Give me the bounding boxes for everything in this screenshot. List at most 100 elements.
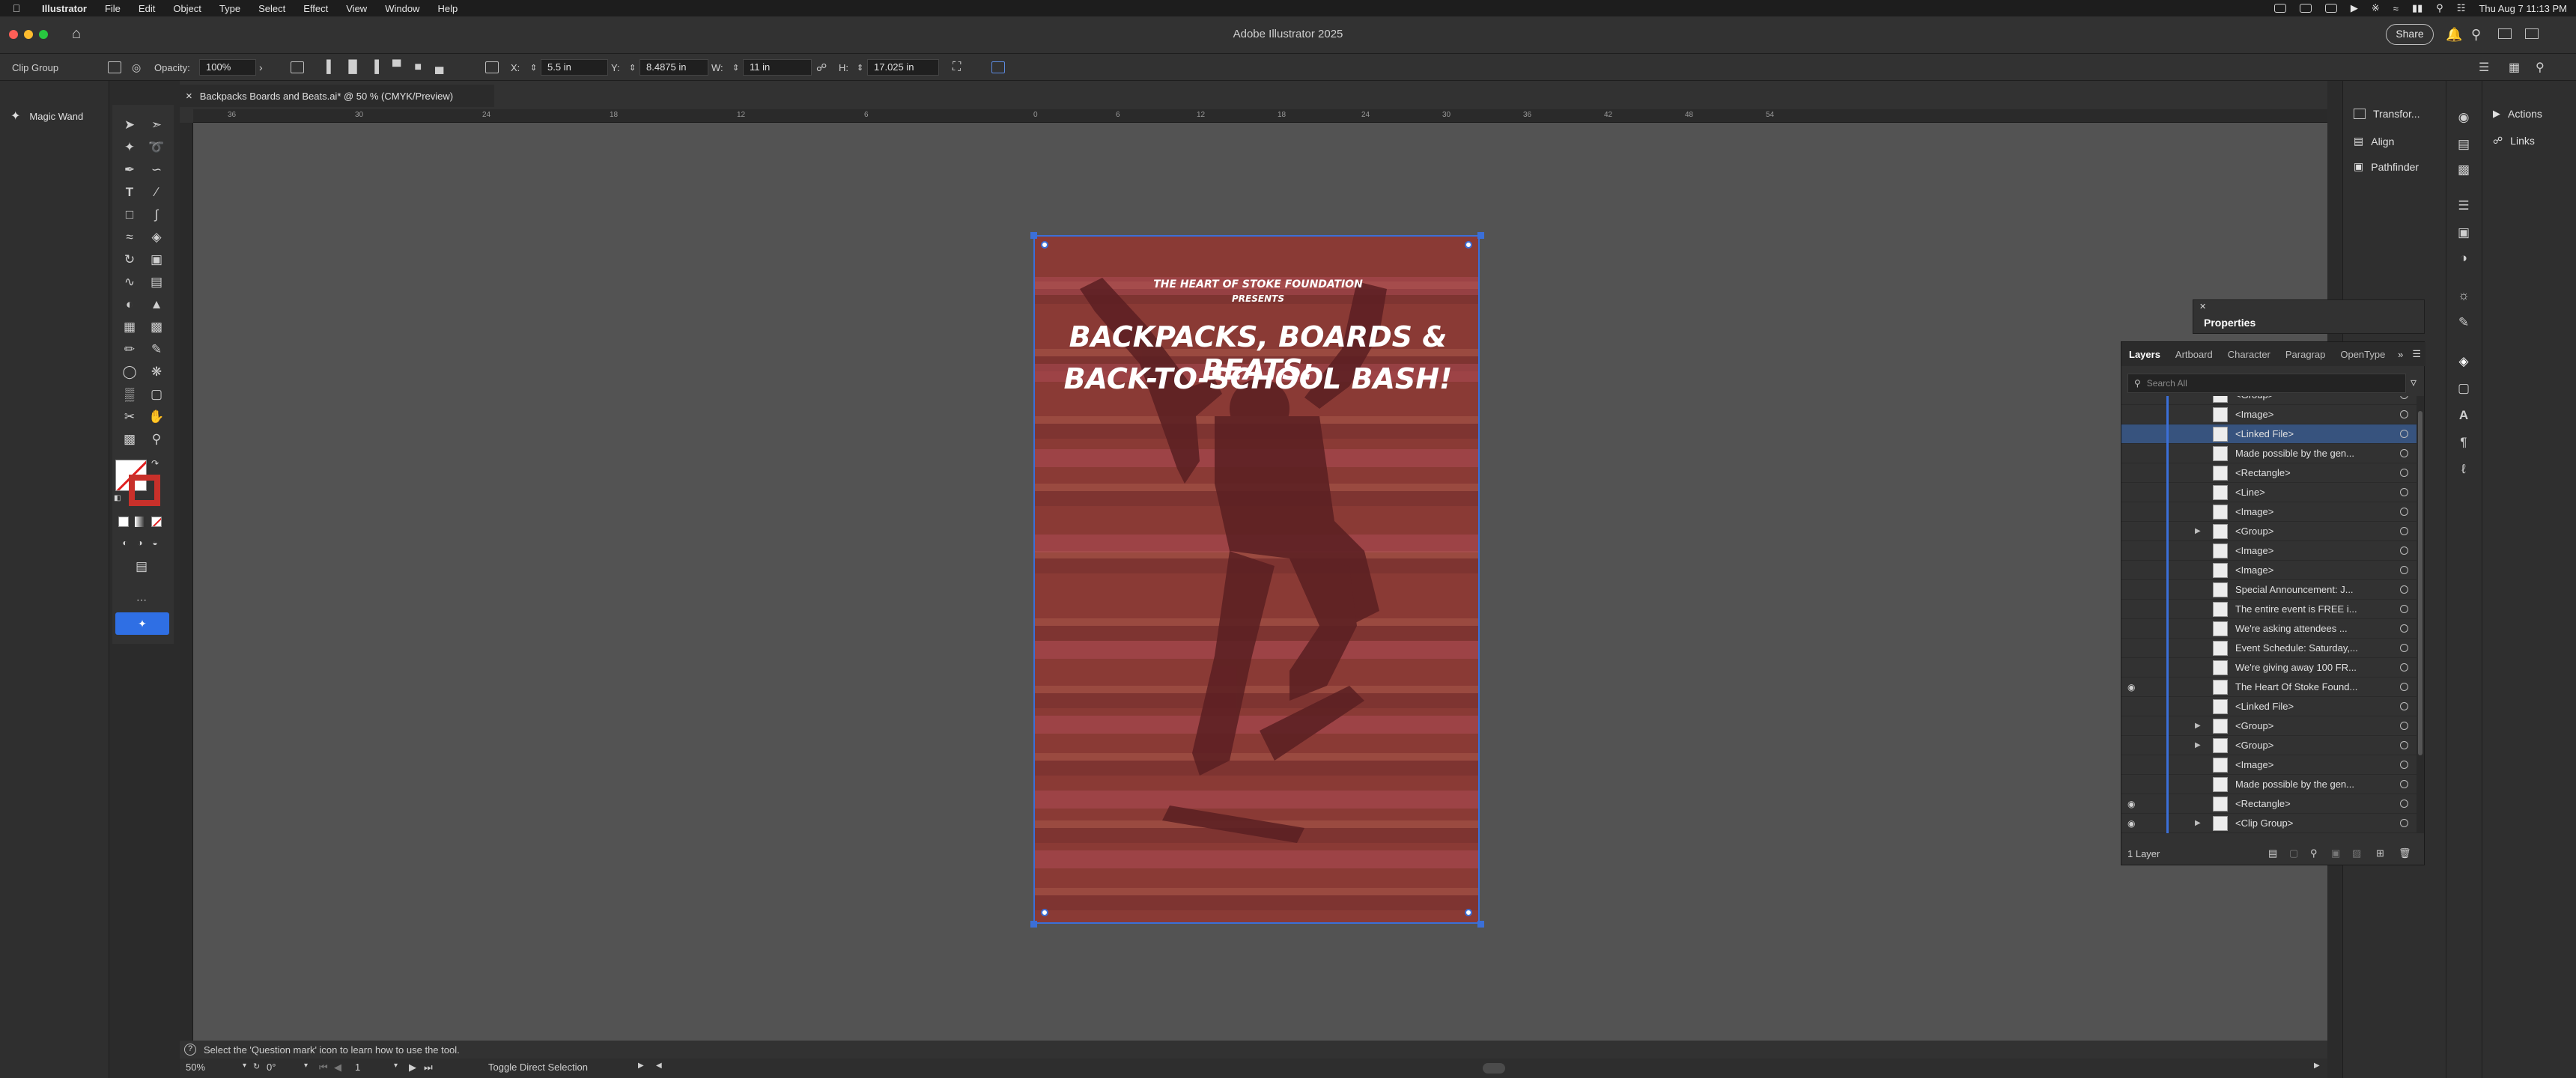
layer-row[interactable]: <Linked File> <box>2121 424 2416 444</box>
layer-name[interactable]: <Clip Group> <box>2235 817 2369 829</box>
warp-tool-icon[interactable]: ∿ <box>118 272 141 292</box>
layer-row[interactable]: <Rectangle> <box>2121 463 2416 483</box>
layer-row[interactable]: <Line> <box>2121 482 2416 502</box>
layer-name[interactable]: <Image> <box>2235 545 2369 556</box>
menu-view[interactable]: View <box>337 3 376 14</box>
color-guide-icon[interactable]: ☼ <box>2452 286 2475 305</box>
layer-target-icon[interactable] <box>2400 488 2408 496</box>
expand-arrow-icon[interactable]: ▶ <box>2195 527 2201 535</box>
align-right-icon[interactable]: ▐ <box>371 61 379 74</box>
gradient-panel-icon[interactable]: ▣ <box>2452 223 2475 243</box>
artboards-panel-icon[interactable]: ▢ <box>2452 379 2475 398</box>
draw-inside-icon[interactable]: ◒ <box>144 533 166 552</box>
layer-target-icon[interactable] <box>2400 410 2408 418</box>
free-transform-tool-icon[interactable]: ▤ <box>145 272 168 292</box>
scroll-left-icon[interactable]: ◀ <box>656 1062 662 1070</box>
control-center-icon[interactable]: ☷ <box>2457 2 2466 14</box>
corner-widget-top-left[interactable] <box>1041 241 1048 249</box>
corner-widget-top-right[interactable] <box>1465 241 1472 249</box>
layer-target-icon[interactable] <box>2400 546 2408 555</box>
layer-target-icon[interactable] <box>2400 761 2408 769</box>
align-vcenter-icon[interactable]: ■ <box>414 61 422 74</box>
tab-opentype[interactable]: OpenType <box>2333 349 2393 360</box>
align-top-icon[interactable]: ▀ <box>392 61 401 74</box>
layer-row[interactable]: The entire event is FREE i... <box>2121 599 2416 619</box>
color-mode-icon[interactable] <box>118 517 129 527</box>
zoom-select[interactable]: 50% <box>186 1062 234 1073</box>
display-icon[interactable] <box>2324 4 2337 13</box>
corner-widget-bottom-right[interactable] <box>1465 909 1472 916</box>
layer-row[interactable]: ▶ <Group> <box>2121 735 2416 755</box>
default-colors-icon[interactable]: ◧ <box>114 494 121 502</box>
visibility-eye-icon[interactable]: ◉ <box>2127 682 2139 692</box>
first-artboard-icon[interactable]: ⏮ <box>319 1062 328 1074</box>
dropbox-icon[interactable] <box>2273 4 2286 13</box>
mesh-tool-icon[interactable]: ▦ <box>118 317 141 337</box>
layer-row[interactable]: ▶ <Group> <box>2121 521 2416 541</box>
blend-tool-icon[interactable]: ◯ <box>118 362 141 382</box>
menu-illustrator[interactable]: Illustrator <box>33 3 96 14</box>
shaper-tool-icon[interactable]: ≈ <box>118 228 141 247</box>
status-arrow-icon[interactable]: ▶ <box>638 1062 644 1070</box>
layer-target-icon[interactable] <box>2400 396 2408 399</box>
menu-select[interactable]: Select <box>249 3 294 14</box>
expand-arrow-icon[interactable]: ▶ <box>2195 819 2201 827</box>
rotate-view-icon[interactable]: ↻ <box>253 1062 260 1071</box>
panel-toggle-icon[interactable]: ☰ <box>2479 54 2489 81</box>
artboard-poster[interactable]: THE HEART OF STOKE FOUNDATION PRESENTS B… <box>1033 235 1480 924</box>
layer-row[interactable]: Special Announcement: J... <box>2121 579 2416 600</box>
layers-panel-icon[interactable]: ◈ <box>2452 352 2475 371</box>
layer-target-icon[interactable] <box>2400 780 2408 788</box>
layer-name[interactable]: Special Announcement: J... <box>2235 584 2369 595</box>
cloud-icon[interactable] <box>2299 4 2312 13</box>
layer-target-icon[interactable] <box>2400 663 2408 672</box>
y-input[interactable]: 8.4875 in <box>640 59 708 76</box>
links-panel-button[interactable]: ☍ Links <box>2493 135 2535 147</box>
layer-row[interactable]: <Image> <box>2121 540 2416 561</box>
eraser-tool-icon[interactable]: ◈ <box>145 228 168 247</box>
layer-name[interactable]: <Group> <box>2235 526 2369 537</box>
question-mark-icon[interactable]: ? <box>184 1044 196 1056</box>
search-help-icon[interactable]: ⚲ <box>2471 27 2481 43</box>
panel-expand-icon[interactable]: » <box>2393 349 2408 360</box>
layer-name[interactable]: <Group> <box>2235 740 2369 751</box>
rotation-select[interactable]: 0° <box>267 1062 276 1073</box>
actions-panel-button[interactable]: ▶ Actions <box>2493 108 2542 120</box>
stroke-swatch-icon[interactable] <box>108 61 121 73</box>
brushes-icon[interactable]: ✎ <box>2452 313 2475 332</box>
menu-type[interactable]: Type <box>210 3 249 14</box>
graphic-styles-icon[interactable]: ▤ <box>2452 135 2475 154</box>
stroke-icon[interactable]: ☰ <box>2452 196 2475 216</box>
layer-target-icon[interactable] <box>2400 702 2408 710</box>
layer-target-icon[interactable] <box>2400 566 2408 574</box>
resize-handle-bottom-left[interactable] <box>1030 921 1037 928</box>
notification-icon[interactable]: 🔔 <box>2446 27 2462 43</box>
opacity-input[interactable]: 100% <box>199 59 256 76</box>
layer-name[interactable]: <Image> <box>2235 564 2369 576</box>
layer-target-icon[interactable] <box>2400 644 2408 652</box>
layer-row[interactable]: Event Schedule: Saturday,... <box>2121 638 2416 658</box>
zoom-chevron-icon[interactable]: ▾ <box>243 1062 246 1070</box>
hand-tool-icon[interactable]: ✋ <box>145 407 168 427</box>
layer-name[interactable]: Made possible by the gen... <box>2235 448 2369 459</box>
layer-name[interactable]: <Image> <box>2235 759 2369 770</box>
layer-name[interactable]: <Group> <box>2235 720 2369 731</box>
layer-target-icon[interactable] <box>2400 605 2408 613</box>
menu-edit[interactable]: Edit <box>130 3 164 14</box>
layer-row[interactable]: <Image> <box>2121 755 2416 775</box>
layer-row[interactable]: We're asking attendees ... <box>2121 618 2416 639</box>
artboard-number[interactable]: 1 <box>355 1062 360 1073</box>
magic-wand-panel[interactable]: ✦ Magic Wand <box>0 105 109 127</box>
layer-target-icon[interactable] <box>2400 527 2408 535</box>
arrange-documents-icon[interactable] <box>2498 28 2512 39</box>
constrain-proportions-icon[interactable]: ☍ <box>816 54 827 81</box>
gradient-tool-icon[interactable]: ▩ <box>145 317 168 337</box>
menu-window[interactable]: Window <box>376 3 428 14</box>
tab-artboard[interactable]: Artboard <box>2168 349 2220 360</box>
zoom-tool-icon[interactable]: ⚲ <box>145 430 168 449</box>
layer-name[interactable]: We're giving away 100 FR... <box>2235 662 2369 673</box>
menu-effect[interactable]: Effect <box>294 3 337 14</box>
close-panel-icon[interactable]: ✕ <box>2199 302 2206 311</box>
layer-name[interactable]: Made possible by the gen... <box>2235 779 2369 790</box>
isolate-icon[interactable] <box>991 61 1005 73</box>
